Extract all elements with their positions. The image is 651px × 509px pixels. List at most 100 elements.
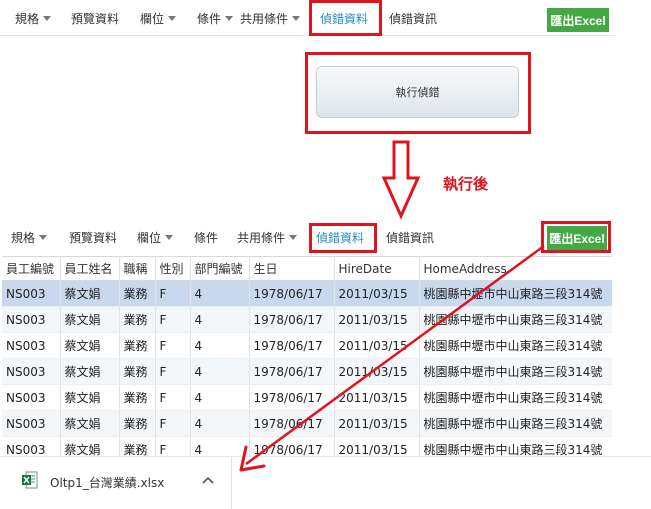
data-table: 員工編號 員工姓名 職稱 性別 部門編號 生日 HireDate HomeAdd… [2,256,612,456]
menu-label: 條件 [197,12,222,26]
column-header[interactable]: HireDate [334,256,420,281]
menu-conditions-bottom[interactable]: 條件 [194,229,218,246]
table-cell: 桃園縣中壢市中山東路三段314號 [419,280,612,307]
table-cell: 2011/03/15 [334,306,420,333]
table-row[interactable]: NS003 蔡文娟 業務 F 4 1978/06/17 2011/03/15 桃園縣中壢市中山… [2,436,612,456]
highlight-debug-data-top [309,0,382,36]
highlight-debug-data-bottom [309,223,377,253]
chevron-up-icon[interactable] [202,475,214,485]
column-header[interactable]: 性別 [155,256,191,281]
menu-label: 條件 [194,230,219,245]
download-bar: Oltp1_台灣業績.xlsx [0,456,651,509]
table-cell: F [155,332,191,359]
caret-down-icon [225,16,234,21]
table-cell: 2011/03/15 [334,280,420,307]
table-row[interactable]: NS003 蔡文娟 業務 F 4 1978/06/17 2011/03/15 桃園縣中壢市中山… [2,358,612,385]
table-cell: 業務 [119,332,156,359]
debug-data-grid: 員工編號 員工姓名 職稱 性別 部門編號 生日 HireDate HomeAdd… [2,256,612,456]
table-cell: F [155,436,191,456]
menu-label: 規格 [15,12,40,26]
table-cell: 蔡文娟 [60,306,120,333]
table-cell: F [155,358,191,385]
table-cell: 業務 [119,384,156,411]
menu-shared-conditions-bottom[interactable]: 共用條件 [237,229,298,246]
table-cell: 業務 [119,358,156,385]
table-row[interactable]: NS003 蔡文娟 業務 F 4 1978/06/17 2011/03/15 桃園縣中壢市中山… [2,410,612,437]
menu-label: 欄位 [140,12,165,26]
column-header[interactable]: 部門編號 [190,256,250,281]
menu-label: 預覽資料 [69,230,118,245]
after-run-label: 執行後 [443,175,489,193]
table-cell: 2011/03/15 [334,410,420,437]
menu-preview-top[interactable]: 預覽資料 [71,10,119,27]
highlight-run-debug [305,52,531,134]
table-cell: 1978/06/17 [249,280,335,307]
table-cell: 業務 [119,306,156,333]
top-toolbar: 規格 預覽資料 欄位 條件 共用條件 偵錯資料 偵錯資訊 [0,2,615,36]
menu-spec-bottom[interactable]: 規格 [11,229,48,246]
column-header[interactable]: 生日 [249,256,335,281]
menu-debug-info-bottom[interactable]: 偵錯資訊 [386,229,434,246]
table-cell: 桃園縣中壢市中山東路三段314號 [419,436,612,456]
table-cell: 4 [190,306,250,333]
caret-down-icon [165,234,174,240]
table-cell: F [155,384,191,411]
menu-label: 偵錯資訊 [389,12,438,26]
table-cell: 1978/06/17 [249,332,335,359]
menu-debug-info-top[interactable]: 偵錯資訊 [389,10,437,27]
table-cell: 4 [190,410,250,437]
table-cell: 桃園縣中壢市中山東路三段314號 [419,358,612,385]
export-excel-button-top[interactable]: 匯出Excel [547,8,609,32]
menu-preview-bottom[interactable]: 預覽資料 [69,229,117,246]
table-cell: F [155,280,191,307]
table-cell: 1978/06/17 [249,410,335,437]
table-cell: NS003 [2,410,61,437]
table-cell: NS003 [2,436,61,456]
caret-down-icon [168,16,177,21]
table-cell: 2011/03/15 [334,384,420,411]
menu-shared-conditions-top[interactable]: 共用條件 [240,10,301,27]
bottom-toolbar: 規格 預覽資料 欄位 條件 共用條件 偵錯資料 偵錯資訊 [0,220,612,254]
table-cell: 4 [190,280,250,307]
table-cell: 4 [190,358,250,385]
table-row[interactable]: NS003 蔡文娟 業務 F 4 1978/06/17 2011/03/15 桃園縣中壢市中山… [2,280,612,307]
menu-label: 預覽資料 [71,12,120,26]
table-cell: NS003 [2,384,61,411]
column-header[interactable]: 員工編號 [2,256,61,281]
table-body: NS003 蔡文娟 業務 F 4 1978/06/17 2011/03/15 桃園縣中壢市中山… [2,280,612,456]
table-cell: 2011/03/15 [334,358,420,385]
table-cell: 蔡文娟 [60,332,120,359]
column-header[interactable]: HomeAddress [419,256,612,281]
menu-label: 共用條件 [240,12,289,26]
menu-spec-top[interactable]: 規格 [15,10,52,27]
down-arrow-icon [381,140,421,220]
table-cell: 業務 [119,410,156,437]
table-header-row: 員工編號 員工姓名 職稱 性別 部門編號 生日 HireDate HomeAdd… [2,256,612,281]
menu-label: 偵錯資訊 [386,230,435,245]
column-header[interactable]: 職稱 [119,256,156,281]
download-filename: Oltp1_台灣業績.xlsx [50,476,165,490]
table-cell: 4 [190,332,250,359]
table-cell: F [155,410,191,437]
table-cell: 2011/03/15 [334,332,420,359]
table-cell: 業務 [119,436,156,456]
menu-fields-bottom[interactable]: 欄位 [137,229,174,246]
table-cell: 4 [190,384,250,411]
table-cell: 桃園縣中壢市中山東路三段314號 [419,306,612,333]
table-row[interactable]: NS003 蔡文娟 業務 F 4 1978/06/17 2011/03/15 桃園縣中壢市中山… [2,332,612,359]
table-cell: 1978/06/17 [249,436,335,456]
menu-label: 共用條件 [237,230,286,245]
table-cell: 蔡文娟 [60,410,120,437]
table-row[interactable]: NS003 蔡文娟 業務 F 4 1978/06/17 2011/03/15 桃園縣中壢市中山… [2,384,612,411]
table-cell: F [155,306,191,333]
table-cell: 桃園縣中壢市中山東路三段314號 [419,410,612,437]
menu-conditions-top[interactable]: 條件 [197,10,234,27]
column-header[interactable]: 員工姓名 [60,256,120,281]
table-row[interactable]: NS003 蔡文娟 業務 F 4 1978/06/17 2011/03/15 桃園縣中壢市中山… [2,306,612,333]
excel-file-icon [22,471,38,489]
caret-down-icon [43,16,52,21]
menu-fields-top[interactable]: 欄位 [140,10,177,27]
menu-label: 規格 [11,230,36,245]
table-cell: 2011/03/15 [334,436,420,456]
download-item[interactable]: Oltp1_台灣業績.xlsx [0,457,232,509]
